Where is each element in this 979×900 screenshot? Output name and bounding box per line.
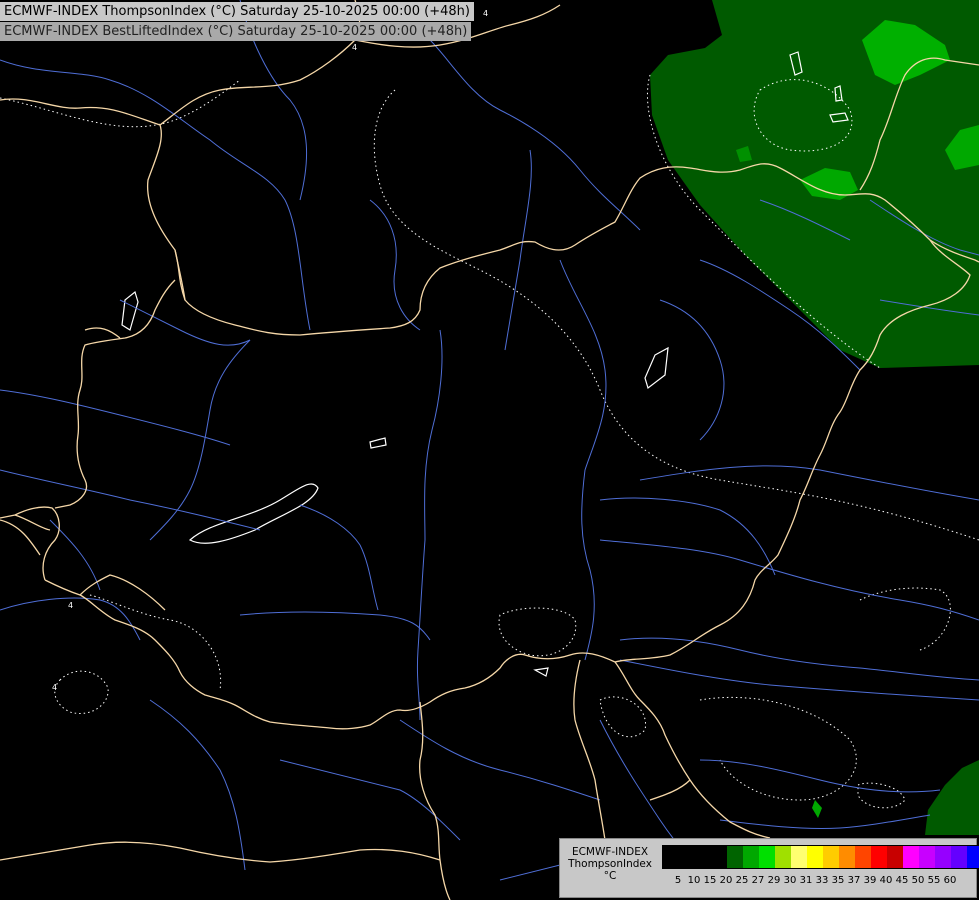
- legend-tick-label: 10: [687, 875, 701, 886]
- legend-tick-label: 45: [895, 875, 909, 886]
- legend-swatch: [919, 846, 935, 868]
- legend-tick-label: 39: [863, 875, 877, 886]
- legend-title-unit: °C: [603, 870, 617, 882]
- legend-title-model: ECMWF-INDEX: [571, 846, 649, 858]
- legend-swatch: [759, 846, 775, 868]
- legend-swatch: [823, 846, 839, 868]
- map-title-best-lifted-index: ECMWF-INDEX BestLiftedIndex (°C) Saturda…: [0, 22, 472, 41]
- legend-swatch: [727, 846, 743, 868]
- legend-tick-label: 20: [719, 875, 733, 886]
- legend-tick-label: 40: [879, 875, 893, 886]
- svg-text:4: 4: [68, 601, 73, 610]
- legend-swatch: [855, 846, 871, 868]
- legend-tick-label: 60: [943, 875, 957, 886]
- legend-swatch: [807, 846, 823, 868]
- legend-tick-label: 35: [831, 875, 845, 886]
- legend-tick-label: 31: [799, 875, 813, 886]
- legend-swatch: [791, 846, 807, 868]
- legend-swatch: [903, 846, 919, 868]
- legend-title-index: ThompsonIndex: [568, 858, 652, 870]
- legend-swatch: [663, 846, 679, 868]
- legend-swatch: [967, 846, 979, 868]
- legend-tick-label: 50: [911, 875, 925, 886]
- legend-tick-label: 29: [767, 875, 781, 886]
- weather-map: 4 4 4 4: [0, 0, 979, 900]
- legend-swatch: [887, 846, 903, 868]
- legend-swatch: [935, 846, 951, 868]
- legend-swatch: [871, 846, 887, 868]
- legend-tick-label: 25: [735, 875, 749, 886]
- map-title-thompson-index: ECMWF-INDEX ThompsonIndex (°C) Saturday …: [0, 2, 474, 21]
- legend-tick-label: 5: [674, 875, 682, 886]
- legend-tick-label: 15: [703, 875, 717, 886]
- color-legend: ECMWF-INDEX ThompsonIndex °C 5 10 15 20 25 27…: [559, 838, 979, 898]
- legend-swatch: [839, 846, 855, 868]
- legend-color-bar: [662, 845, 979, 869]
- legend-tick-label: 33: [815, 875, 829, 886]
- legend-swatch: [743, 846, 759, 868]
- legend-swatch: [775, 846, 791, 868]
- legend-tick-label: 37: [847, 875, 861, 886]
- legend-swatch: [679, 846, 695, 868]
- legend-tick-label: 55: [927, 875, 941, 886]
- legend-swatch: [711, 846, 727, 868]
- svg-text:4: 4: [352, 43, 357, 52]
- legend-title: ECMWF-INDEX ThompsonIndex °C: [562, 846, 658, 882]
- svg-text:4: 4: [52, 683, 57, 692]
- legend-swatch: [951, 846, 967, 868]
- legend-tick-label: 30: [783, 875, 797, 886]
- legend-swatch: [695, 846, 711, 868]
- legend-tick-label: 27: [751, 875, 765, 886]
- svg-text:4: 4: [483, 9, 488, 18]
